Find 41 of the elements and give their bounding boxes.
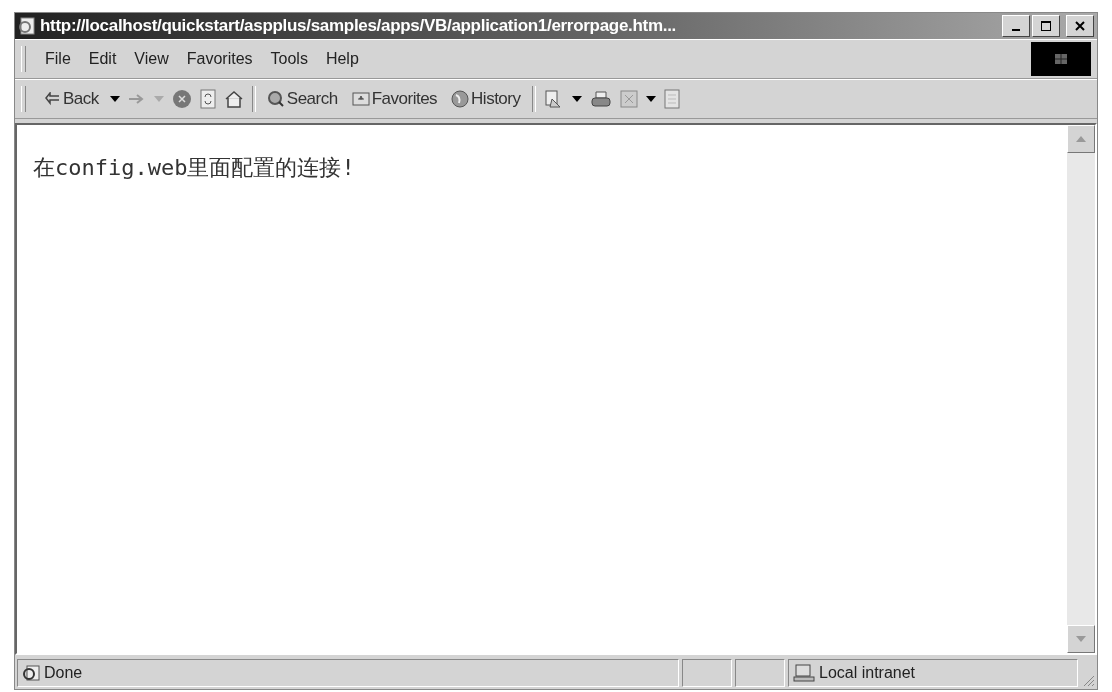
down-arrow-icon xyxy=(1076,636,1086,642)
scroll-down-button[interactable] xyxy=(1067,625,1095,653)
favorites-button[interactable]: Favorites xyxy=(348,87,441,111)
close-icon xyxy=(1074,20,1086,32)
globe-icon xyxy=(451,90,470,108)
menu-item[interactable]: Favorites xyxy=(179,48,260,70)
maximize-button[interactable] xyxy=(1032,15,1060,37)
search-button[interactable]: Search xyxy=(263,87,341,111)
up-arrow-icon xyxy=(1076,136,1086,142)
dropdown-caret-icon[interactable] xyxy=(645,96,656,102)
search-icon xyxy=(266,90,285,108)
menu-item[interactable]: Help xyxy=(318,48,366,70)
refresh-icon[interactable] xyxy=(199,89,216,109)
throbber-logo xyxy=(1031,42,1091,76)
minimize-icon xyxy=(1012,29,1020,31)
status-pane xyxy=(735,659,785,687)
menu-item[interactable]: Edit xyxy=(81,48,124,70)
maximize-icon xyxy=(1040,20,1052,32)
page-text: 在config.web里面配置的连接! xyxy=(33,155,355,180)
resize-grip-icon[interactable] xyxy=(1081,673,1095,687)
menu-item[interactable]: View xyxy=(127,48,176,70)
back-button[interactable]: Back xyxy=(42,87,102,111)
window-title: http://localhost/quickstart/aspplus/samples/apps/VB/application1/errorpage.htm... xyxy=(40,16,676,36)
stop-icon[interactable] xyxy=(171,89,192,109)
dropdown-caret-icon[interactable] xyxy=(571,96,582,102)
status-text: Done xyxy=(44,664,83,682)
close-button[interactable] xyxy=(1066,15,1094,37)
dropdown-caret-icon[interactable] xyxy=(109,96,120,102)
vertical-scrollbar[interactable] xyxy=(1067,125,1095,653)
printer-icon[interactable] xyxy=(589,90,612,108)
minimize-button[interactable] xyxy=(1002,15,1030,37)
menu-item[interactable]: File xyxy=(38,48,78,70)
history-button[interactable]: History xyxy=(448,87,524,111)
scroll-up-button[interactable] xyxy=(1067,125,1095,153)
zone-text: Local intranet xyxy=(819,664,916,682)
status-pane xyxy=(682,659,732,687)
home-icon[interactable] xyxy=(223,90,244,108)
page-done-icon xyxy=(22,665,40,681)
intranet-icon xyxy=(793,664,815,682)
menu-item[interactable]: Tools xyxy=(263,48,315,70)
page-icon xyxy=(18,17,36,35)
